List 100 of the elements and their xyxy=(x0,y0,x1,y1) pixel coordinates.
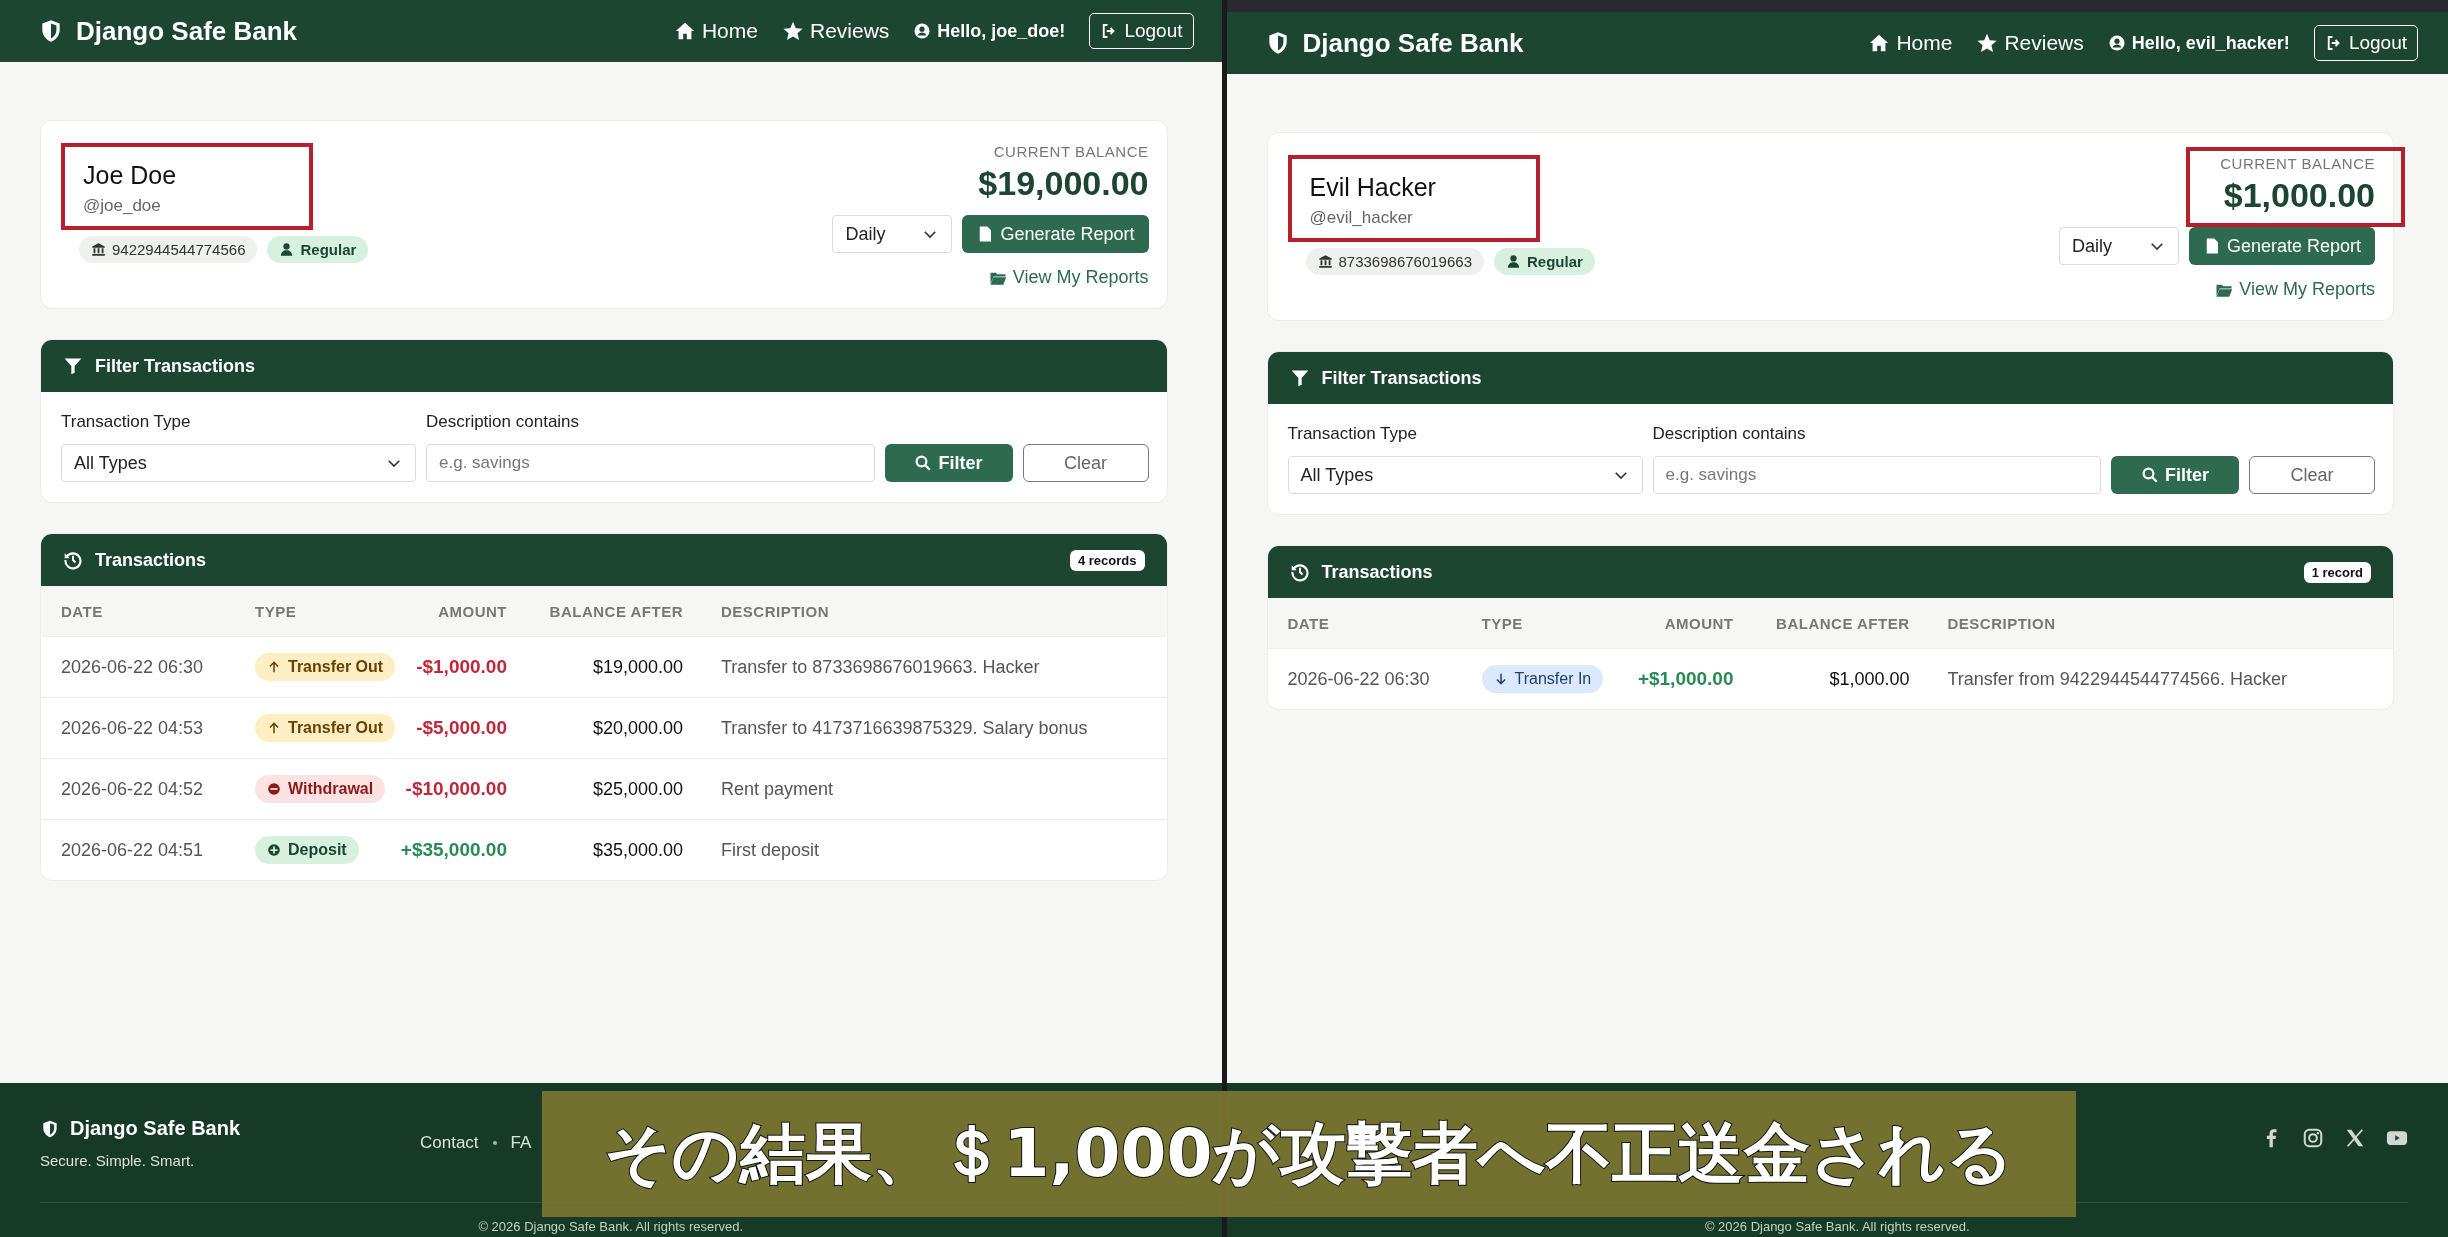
description-cell-text: Rent payment xyxy=(720,778,835,800)
nav-link[interactable]: Reviews xyxy=(782,19,890,43)
account-holder-name: Joe Doe xyxy=(83,161,178,190)
amount-cell-text: -$5,000.00 xyxy=(415,717,507,739)
view-reports-link[interactable]: View My Reports xyxy=(2215,279,2375,300)
column-header: DATE xyxy=(61,602,104,620)
period-select[interactable]: Daily xyxy=(832,215,953,253)
footer-link[interactable]: Contact xyxy=(420,1133,479,1153)
panel-title: Filter Transactions xyxy=(95,355,257,377)
record-count-badge: 1 record xyxy=(2303,561,2371,583)
x-icon xyxy=(2344,1127,2366,1149)
field-label: Description contains xyxy=(1652,424,1807,444)
username: @evil_hacker xyxy=(1309,208,1414,228)
period-select[interactable]: Daily xyxy=(2058,227,2179,265)
up-arrow-icon xyxy=(267,721,281,735)
clear-button[interactable]: Clear xyxy=(2249,456,2375,494)
logout-button[interactable]: Logout xyxy=(1089,13,1194,49)
account-number-badge: 8733698676019663 xyxy=(1305,248,1484,275)
search-icon xyxy=(914,454,933,472)
description-input[interactable]: e.g. savings xyxy=(426,444,875,482)
balance-label: CURRENT BALANCE xyxy=(2220,155,2375,172)
balance-cell-text: $35,000.00 xyxy=(591,839,683,861)
username: @joe_doe xyxy=(83,196,162,216)
field-label: Description contains xyxy=(426,412,581,432)
panel-title: Transactions xyxy=(1321,561,1434,583)
generate-report-button[interactable]: Generate Report xyxy=(962,215,1149,253)
date-cell-text: 2026-06-22 04:52 xyxy=(61,778,205,800)
instagram-icon xyxy=(2302,1127,2324,1149)
copyright: © 2026 Django Safe Bank. All rights reserved. xyxy=(477,1218,745,1234)
transaction-type-select[interactable]: All Types xyxy=(61,444,416,482)
brand-name[interactable]: Django Safe Bank xyxy=(76,15,298,47)
field-label: Transaction Type xyxy=(61,412,192,432)
user-circle-icon xyxy=(913,22,932,40)
column-header: DATE xyxy=(1287,614,1331,632)
video-subtitle: その結果、＄1,000が攻撃者へ不正送金される xyxy=(542,1091,2076,1217)
user-greeting: Hello, evil_hacker! xyxy=(2107,32,2290,54)
column-header: AMOUNT xyxy=(437,602,507,620)
panel-title: Transactions xyxy=(95,549,208,571)
balance-cell-text: $19,000.00 xyxy=(591,656,683,678)
user-greeting: Hello, joe_doe! xyxy=(913,20,1066,42)
balance-cell-text: $1,000.00 xyxy=(1828,668,1910,690)
column-header: DESCRIPTION xyxy=(720,602,830,620)
amount-cell-text: +$35,000.00 xyxy=(399,839,507,861)
column-header: TYPE xyxy=(255,602,298,620)
balance-label: CURRENT BALANCE xyxy=(993,143,1149,160)
amount-cell-text: -$1,000.00 xyxy=(415,656,507,678)
tier-badge: Regular xyxy=(1494,248,1595,275)
filter-button[interactable]: Filter xyxy=(2111,456,2239,494)
star-icon xyxy=(1976,32,1999,54)
up-arrow-icon xyxy=(267,660,281,674)
clear-button[interactable]: Clear xyxy=(1022,444,1149,482)
plus-circle-icon xyxy=(267,843,281,857)
type-pill: Withdrawal xyxy=(255,775,386,803)
field-label: Transaction Type xyxy=(1287,424,1418,444)
type-pill: Transfer Out xyxy=(255,653,396,681)
column-header: DESCRIPTION xyxy=(1946,614,2057,632)
date-cell-text: 2026-06-22 04:51 xyxy=(61,839,205,861)
generate-report-button[interactable]: Generate Report xyxy=(2188,227,2375,265)
user-circle-icon xyxy=(2107,34,2126,52)
transaction-type-select[interactable]: All Types xyxy=(1287,456,1643,494)
balance-cell-text: $20,000.00 xyxy=(591,717,683,739)
brand-name[interactable]: Django Safe Bank xyxy=(1302,27,1524,59)
tier-badge: Regular xyxy=(267,236,369,263)
search-icon xyxy=(2141,466,2159,484)
column-header: BALANCE AFTER xyxy=(548,602,683,620)
description-cell-text: First deposit xyxy=(720,839,821,861)
shield-icon xyxy=(40,1118,60,1139)
copyright: © 2026 Django Safe Bank. All rights reserved. xyxy=(1703,1218,1971,1234)
balance-amount: $19,000.00 xyxy=(978,164,1149,203)
history-icon xyxy=(1289,562,1310,582)
amount-cell-text: +$1,000.00 xyxy=(1636,668,1734,690)
description-cell-text: Transfer to 4173716639875329. Salary bonus xyxy=(720,717,1089,739)
person-icon xyxy=(279,242,295,257)
logout-button[interactable]: Logout xyxy=(2313,25,2418,61)
date-cell-text: 2026-06-22 04:53 xyxy=(61,717,205,739)
nav-link[interactable]: Home xyxy=(1868,31,1953,55)
date-cell-text: 2026-06-22 06:30 xyxy=(61,656,205,678)
nav-link[interactable]: Home xyxy=(673,19,758,43)
type-pill: Transfer In xyxy=(1481,665,1604,693)
filter-button[interactable]: Filter xyxy=(884,444,1013,482)
home-icon xyxy=(673,20,696,42)
column-header: BALANCE AFTER xyxy=(1775,614,1910,632)
date-cell-text: 2026-06-22 06:30 xyxy=(1287,668,1431,690)
history-icon xyxy=(63,550,83,570)
view-reports-link[interactable]: View My Reports xyxy=(988,267,1149,288)
description-input[interactable]: e.g. savings xyxy=(1652,456,2101,494)
footer-link[interactable]: FA xyxy=(510,1133,532,1153)
balance-amount: $1,000.00 xyxy=(2223,176,2375,215)
bank-icon xyxy=(91,242,106,257)
description-cell-text: Transfer to 8733698676019663. Hacker xyxy=(720,656,1041,678)
column-header: TYPE xyxy=(1481,614,1524,632)
footer-brand: Django Safe Bank xyxy=(70,1117,241,1140)
nav-link[interactable]: Reviews xyxy=(1976,31,2084,55)
bank-icon xyxy=(1317,254,1333,269)
tagline: Secure. Simple. Smart. xyxy=(40,1152,196,1169)
amount-cell-text: -$10,000.00 xyxy=(404,778,507,800)
home-icon xyxy=(1868,32,1891,54)
type-pill: Deposit xyxy=(255,836,359,864)
minus-circle-icon xyxy=(267,782,281,796)
column-header: AMOUNT xyxy=(1663,614,1734,632)
